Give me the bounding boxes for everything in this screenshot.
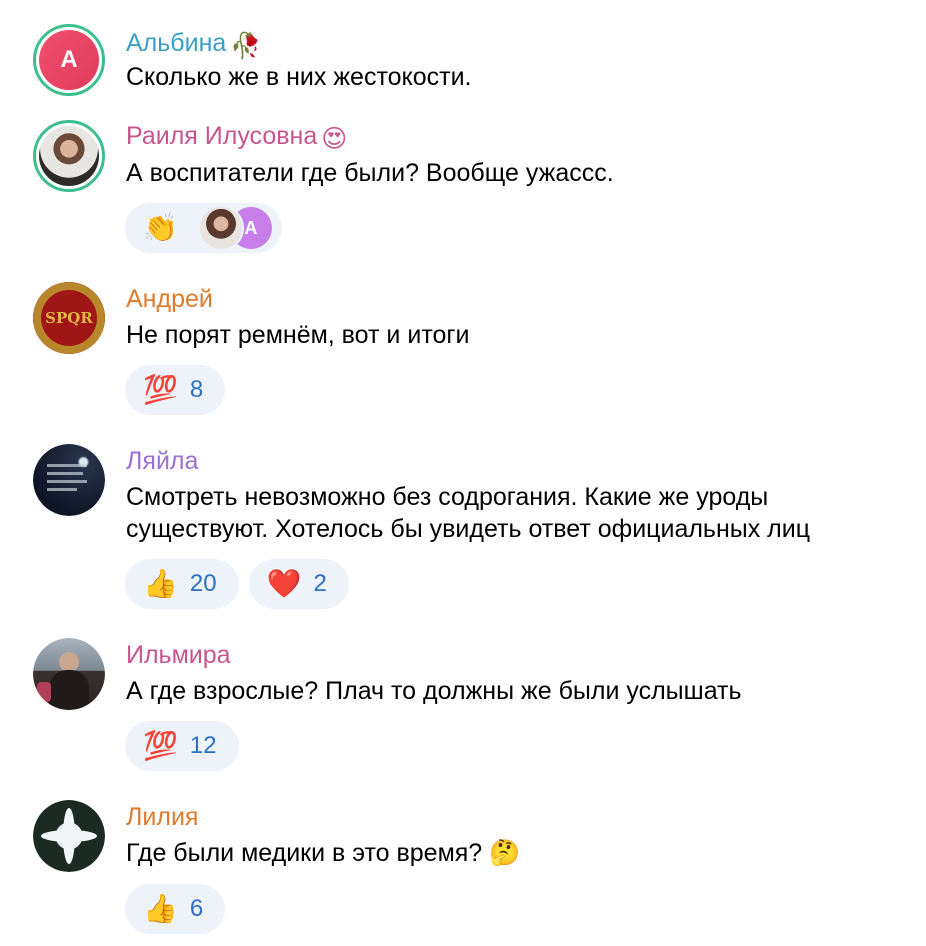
reactions-bar: 💯 12 (125, 721, 239, 771)
reactions-bar: 💯 8 (125, 365, 226, 415)
clap-emoji-icon: 👏 (143, 212, 178, 243)
rose-emoji-icon: 🥀 (230, 32, 262, 60)
heart-emoji-icon: ❤️ (266, 568, 302, 599)
reaction-count: 6 (189, 895, 204, 922)
avatar[interactable] (33, 444, 105, 516)
author-name[interactable]: Андрей (126, 284, 213, 314)
reactions-bar: 👏 А (125, 203, 282, 253)
avatar[interactable]: SPQR (33, 282, 105, 354)
reaction-hundred[interactable]: 💯 12 (125, 721, 239, 771)
thumbs-up-emoji-icon: 👍 (143, 568, 178, 599)
reaction-clap[interactable]: 👏 А (125, 203, 282, 253)
reaction-hundred[interactable]: 💯 8 (125, 365, 226, 415)
reaction-count: 8 (189, 376, 204, 403)
reactors-avatars: А (197, 205, 272, 251)
hundred-emoji-icon: 💯 (143, 374, 178, 405)
reactor-avatar (197, 205, 244, 251)
comment-text: А воспитатели где были? Вообще ужассс. (126, 159, 614, 187)
reaction-count: 2 (313, 570, 327, 597)
spqr-logo-text: SPQR (45, 309, 93, 327)
reactions-bar: 👍 20 ❤️ 2 (125, 559, 349, 609)
author-name[interactable]: Альбина 🥀 (126, 28, 261, 61)
reaction-thumbs-up[interactable]: 👍 20 (125, 559, 239, 609)
heart-eyes-emoji-icon: 😍 (321, 125, 348, 153)
avatar[interactable] (33, 120, 105, 192)
reaction-thumbs-up[interactable]: 👍 6 (125, 884, 226, 934)
author-name[interactable]: Ляйла (126, 446, 198, 476)
comment-text: Смотреть невозможно без содрогания. Каки… (126, 483, 811, 543)
avatar-letter: А (60, 46, 78, 73)
avatar[interactable]: А (33, 24, 105, 96)
author-name[interactable]: Ильмира (126, 640, 231, 670)
author-name[interactable]: Лилия (126, 802, 198, 832)
reaction-count: 20 (189, 570, 217, 597)
reaction-heart[interactable]: ❤️ 2 (248, 559, 349, 609)
avatar[interactable] (33, 638, 105, 710)
reaction-count: 12 (189, 732, 217, 759)
avatar[interactable] (33, 800, 105, 872)
comment-text: Не порят ремнём, вот и итоги (126, 321, 470, 349)
comment-text: Сколько же в них жестокости. (126, 63, 472, 91)
comment-text: А где взрослые? Плач то должны же были у… (126, 677, 742, 705)
comment-text: Где были медики в это время? 🤔 (126, 839, 521, 867)
thumbs-up-emoji-icon: 👍 (143, 893, 178, 924)
author-name[interactable]: Раиля Илусовна 😍 (126, 121, 347, 154)
reactions-bar: 👍 6 (125, 884, 226, 934)
hundred-emoji-icon: 💯 (143, 730, 178, 761)
